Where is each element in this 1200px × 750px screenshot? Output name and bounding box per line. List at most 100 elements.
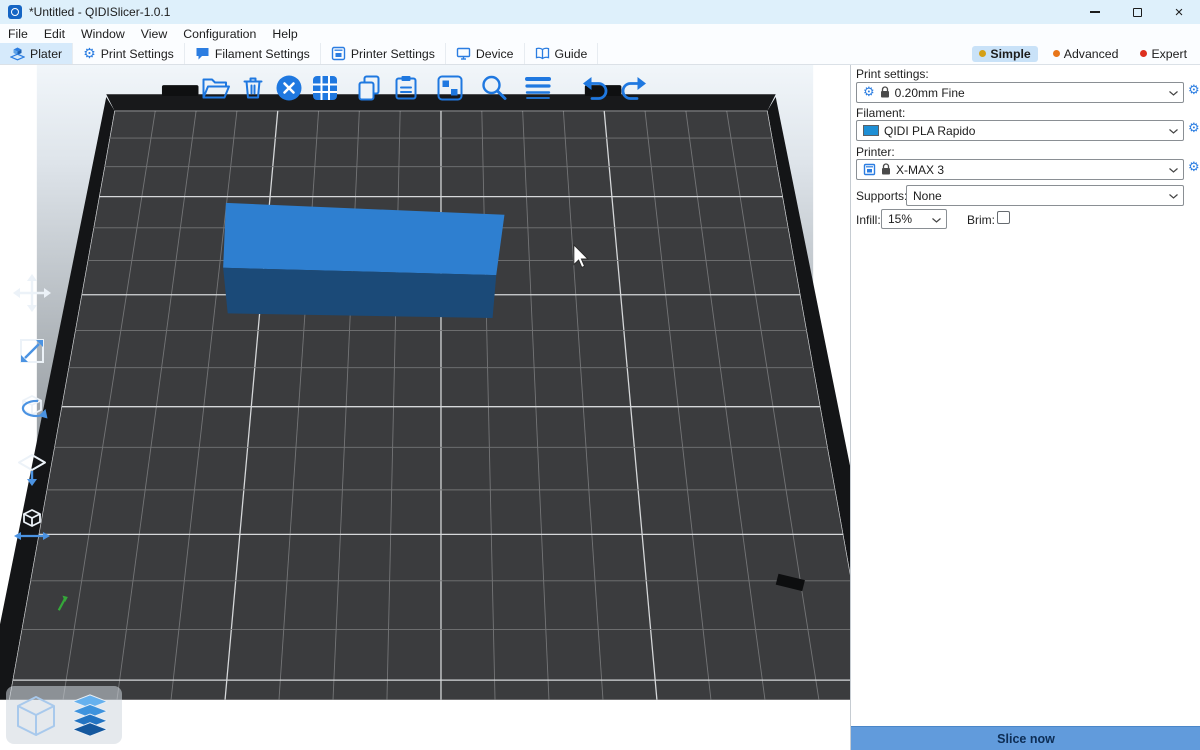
printer-gear-button[interactable]: ⚙ bbox=[1188, 161, 1200, 174]
split-objects-button[interactable] bbox=[433, 71, 467, 105]
maximize-button[interactable] bbox=[1116, 0, 1158, 24]
supports-combo[interactable]: None bbox=[906, 185, 1184, 206]
scale-icon bbox=[12, 331, 52, 371]
tab-label: Plater bbox=[30, 47, 62, 61]
gear-icon: ⚙ bbox=[863, 86, 875, 99]
place-on-face-icon bbox=[12, 447, 52, 487]
mode-label: Expert bbox=[1151, 47, 1187, 61]
tab-plater[interactable]: Plater bbox=[0, 43, 73, 64]
tab-label: Print Settings bbox=[101, 47, 174, 61]
titlebar: *Untitled - QIDISlicer-1.0.1 × bbox=[0, 0, 1200, 24]
slice-now-button[interactable]: Slice now bbox=[851, 726, 1200, 750]
model-box[interactable] bbox=[223, 203, 504, 318]
menu-item-view[interactable]: View bbox=[133, 27, 175, 41]
redo-icon bbox=[619, 73, 649, 103]
view-switch-panel bbox=[6, 686, 122, 744]
close-button[interactable]: × bbox=[1158, 0, 1200, 24]
tab-filament-settings[interactable]: Filament Settings bbox=[185, 43, 321, 64]
tabbar: Plater ⚙ Print Settings Filament Setting… bbox=[0, 43, 1200, 65]
open-project-button[interactable] bbox=[198, 71, 232, 105]
rotate-tool-button[interactable] bbox=[9, 386, 55, 432]
window-controls: × bbox=[1074, 0, 1200, 24]
preview-layers-button[interactable] bbox=[64, 690, 116, 742]
brim-checkbox[interactable] bbox=[997, 211, 1010, 224]
device-icon bbox=[456, 46, 471, 61]
viewport-3d[interactable] bbox=[0, 65, 850, 750]
variable-layer-height-button[interactable] bbox=[521, 71, 555, 105]
arrange-button[interactable] bbox=[308, 71, 342, 105]
editor-3d-view-button[interactable] bbox=[10, 690, 62, 742]
filament-color-swatch bbox=[863, 125, 879, 136]
editor-3d-view-icon bbox=[13, 693, 59, 739]
copy-icon bbox=[354, 73, 384, 103]
qidislicer-window: *Untitled - QIDISlicer-1.0.1 × FileEditW… bbox=[0, 0, 1200, 750]
filament-combo[interactable]: QIDI PLA Rapido bbox=[856, 120, 1184, 141]
undo-button[interactable] bbox=[578, 71, 612, 105]
mode-label: Simple bbox=[990, 47, 1030, 61]
tab-guide[interactable]: Guide bbox=[525, 43, 599, 64]
mode-simple[interactable]: Simple bbox=[972, 46, 1037, 62]
mode-expert[interactable]: Expert bbox=[1133, 46, 1194, 62]
place-on-face-tool-button[interactable] bbox=[9, 444, 55, 490]
tab-print-settings[interactable]: ⚙ Print Settings bbox=[73, 43, 185, 64]
chevron-down-icon bbox=[1169, 168, 1178, 173]
plater-icon bbox=[10, 46, 25, 61]
move-tool-button[interactable] bbox=[9, 270, 55, 316]
undo-icon bbox=[580, 73, 610, 103]
filament-gear-button[interactable]: ⚙ bbox=[1188, 122, 1200, 135]
mode-advanced[interactable]: Advanced bbox=[1046, 46, 1126, 62]
infill-combo[interactable]: 15% bbox=[881, 209, 947, 229]
mode-label: Advanced bbox=[1064, 47, 1119, 61]
close-icon: × bbox=[1175, 4, 1184, 21]
mode-switcher: Simple Advanced Expert bbox=[972, 43, 1200, 64]
mode-dot bbox=[979, 50, 986, 57]
menubar: FileEditWindowViewConfigurationHelp bbox=[0, 24, 1200, 43]
print-settings-combo[interactable]: ⚙ 0.20mm Fine bbox=[856, 82, 1184, 103]
minimize-button[interactable] bbox=[1074, 0, 1116, 24]
search-button[interactable] bbox=[477, 71, 511, 105]
menu-item-window[interactable]: Window bbox=[73, 27, 133, 41]
print-settings-gear-button[interactable]: ⚙ bbox=[1188, 84, 1200, 97]
paste-icon bbox=[391, 73, 421, 103]
rotate-icon bbox=[12, 389, 52, 429]
menu-item-help[interactable]: Help bbox=[264, 27, 305, 41]
measure-icon bbox=[12, 505, 52, 545]
menu-item-file[interactable]: File bbox=[0, 27, 36, 41]
redo-button[interactable] bbox=[617, 71, 651, 105]
chevron-down-icon bbox=[1169, 129, 1178, 134]
tab-label: Printer Settings bbox=[351, 47, 435, 61]
scale-tool-button[interactable] bbox=[9, 328, 55, 374]
printer-icon bbox=[863, 163, 876, 176]
filament-icon bbox=[195, 46, 210, 61]
delete-button[interactable] bbox=[236, 71, 270, 105]
delete-all-button[interactable] bbox=[272, 71, 306, 105]
mode-dot bbox=[1053, 50, 1060, 57]
move-icon bbox=[12, 273, 52, 313]
bed-clip bbox=[162, 85, 199, 96]
lock-icon bbox=[880, 86, 890, 99]
printer-combo[interactable]: X-MAX 3 bbox=[856, 159, 1184, 180]
model-top-face[interactable] bbox=[223, 203, 504, 275]
paste-button[interactable] bbox=[389, 71, 423, 105]
copy-button[interactable] bbox=[352, 71, 386, 105]
model-front-face[interactable] bbox=[223, 268, 496, 318]
tab-device[interactable]: Device bbox=[446, 43, 525, 64]
tab-printer-settings[interactable]: Printer Settings bbox=[321, 43, 446, 64]
filament-value: QIDI PLA Rapido bbox=[884, 124, 975, 138]
measure-tool-button[interactable] bbox=[9, 502, 55, 548]
slice-now-label: Slice now bbox=[997, 732, 1055, 746]
tab-label: Guide bbox=[555, 47, 588, 61]
open-project-icon bbox=[200, 73, 230, 103]
minimize-icon bbox=[1090, 11, 1100, 12]
menu-item-edit[interactable]: Edit bbox=[36, 27, 73, 41]
supports-label: Supports: bbox=[856, 189, 907, 203]
preview-layers-icon bbox=[67, 692, 113, 740]
scene-canvas bbox=[0, 65, 850, 750]
app-icon bbox=[8, 5, 22, 19]
guide-icon bbox=[535, 46, 550, 61]
chevron-down-icon bbox=[1169, 91, 1178, 96]
gear-icon: ⚙ bbox=[83, 47, 96, 61]
lock-icon bbox=[881, 163, 891, 176]
menu-item-configuration[interactable]: Configuration bbox=[175, 27, 264, 41]
print-settings-value: 0.20mm Fine bbox=[895, 86, 965, 100]
